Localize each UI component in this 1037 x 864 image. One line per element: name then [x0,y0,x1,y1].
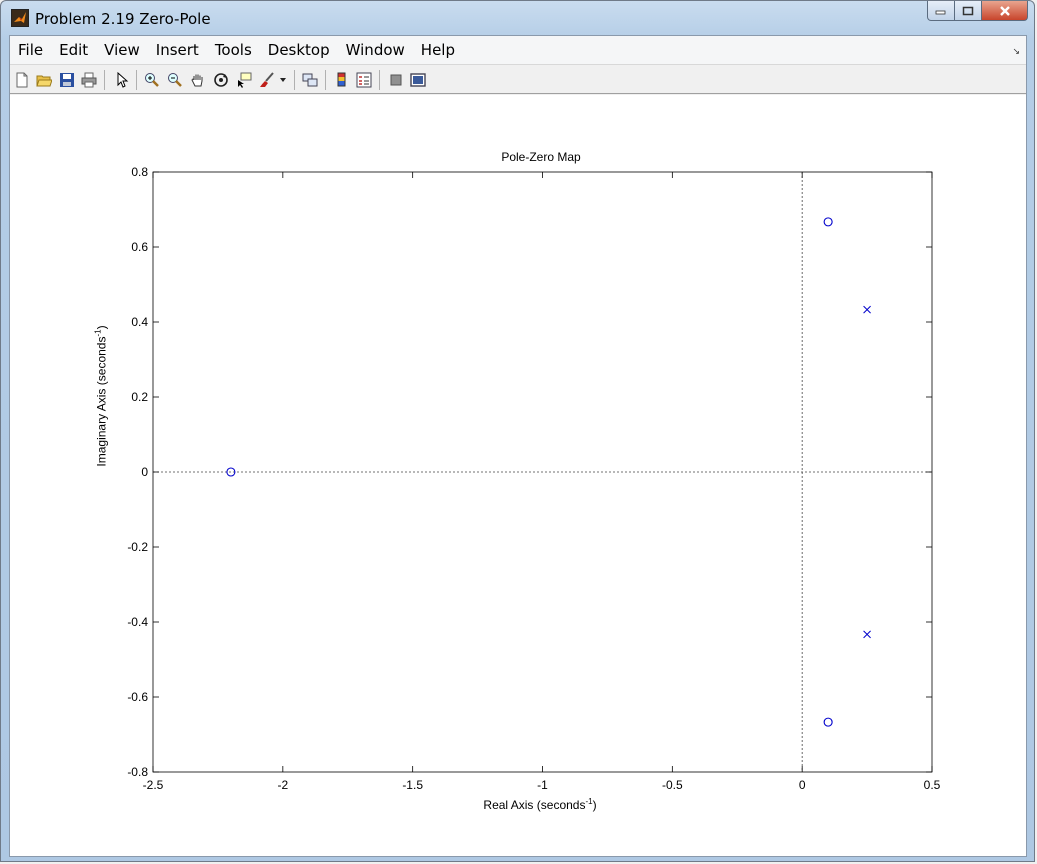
maximize-button[interactable] [955,1,982,21]
toolbar-separator [104,70,105,90]
print-icon[interactable] [79,70,99,90]
show-plot-tools-icon[interactable] [408,70,428,90]
menu-edit[interactable]: Edit [51,41,96,59]
brush-icon[interactable] [257,70,277,90]
new-figure-icon[interactable] [12,70,32,90]
menu-bar: File Edit View Insert Tools Desktop Wind… [10,36,1026,65]
x-tick-label: -2.5 [143,778,164,792]
menu-insert[interactable]: Insert [148,41,207,59]
title-bar[interactable]: Problem 2.19 Zero-Pole [1,1,1034,35]
brush-dropdown-icon[interactable] [278,70,288,90]
menu-desktop[interactable]: Desktop [260,41,338,59]
save-icon[interactable] [57,70,77,90]
plot-title: Pole-Zero Map [501,150,581,164]
zoom-in-icon[interactable] [142,70,162,90]
x-tick-label: -1 [537,778,548,792]
hide-plot-tools-icon[interactable] [386,70,406,90]
y-tick-label: -0.2 [127,540,148,554]
window-controls [927,1,1028,23]
maximize-icon [962,6,974,15]
data-cursor-icon[interactable] [234,70,254,90]
zoom-out-icon[interactable] [165,70,185,90]
toolbar-separator [294,70,295,90]
x-tick-label: 0 [799,778,806,792]
y-tick-label: -0.6 [127,690,148,704]
y-tick-label: 0.2 [131,390,148,404]
y-tick-label: 0.4 [131,315,148,329]
menu-window[interactable]: Window [338,41,413,59]
figure-canvas[interactable]: -2.5 -2 -1.5 -1 -0.5 0 0.5 -0.8 -0.6 -0.4 -0.2 0 0.2… [10,95,1026,856]
y-tick-label: 0 [141,465,148,479]
menu-tools[interactable]: Tools [207,41,260,59]
edit-plot-pointer-icon[interactable] [112,70,132,90]
close-icon [999,5,1010,16]
y-axis-label: Imaginary Axis (seconds-1) [93,325,109,467]
insert-colorbar-icon[interactable] [332,70,352,90]
minimize-icon [935,10,946,14]
close-button[interactable] [982,1,1028,21]
pole-zero-plot[interactable]: -2.5 -2 -1.5 -1 -0.5 0 0.5 -0.8 -0.6 -0.4 -0.2 0 0.2… [10,95,1026,856]
y-tick-label: -0.4 [127,615,148,629]
minimize-button[interactable] [927,1,955,21]
y-tick-label: 0.6 [131,240,148,254]
matlab-icon [11,9,29,27]
menu-help[interactable]: Help [413,41,463,59]
insert-legend-icon[interactable] [354,70,374,90]
toolbar-separator [379,70,380,90]
figure-toolbar [10,66,1026,94]
figure-window: Problem 2.19 Zero-Pole File Edit View In… [0,0,1035,862]
toolbar-separator [325,70,326,90]
link-plot-icon[interactable] [300,70,320,90]
y-tick-label: 0.8 [131,165,148,179]
toolbar-separator [136,70,137,90]
menu-view[interactable]: View [96,41,148,59]
menu-file[interactable]: File [10,41,51,59]
x-tick-label: 0.5 [924,778,941,792]
open-file-icon[interactable] [34,70,54,90]
x-tick-label: -1.5 [402,778,423,792]
y-tick-label: -0.8 [127,765,148,779]
x-tick-label: -2 [277,778,288,792]
x-tick-label: -0.5 [662,778,683,792]
window-title: Problem 2.19 Zero-Pole [35,10,211,28]
rotate-3d-icon[interactable] [211,70,231,90]
pan-hand-icon[interactable] [188,70,208,90]
x-axis-label: Real Axis (seconds-1) [483,797,597,812]
dock-arrow-icon[interactable]: ↘ [1012,46,1020,57]
